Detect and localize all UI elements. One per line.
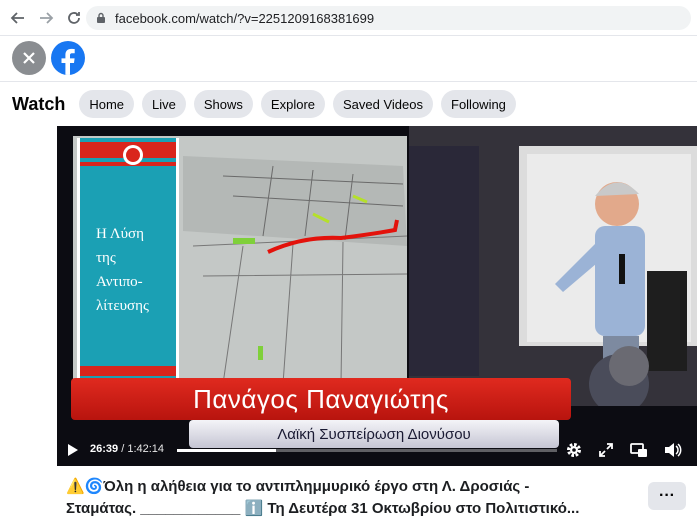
url-text: facebook.com/watch/?v=2251209168381699 bbox=[115, 10, 375, 26]
lock-icon bbox=[97, 12, 105, 23]
duration: 1:42:14 bbox=[127, 443, 165, 455]
slide-line: της bbox=[96, 250, 116, 266]
close-icon bbox=[23, 52, 35, 64]
slide-text: Η Λύση της Αντιπο- λίτευσης bbox=[96, 222, 180, 318]
volume-icon[interactable] bbox=[664, 442, 682, 458]
forward-button[interactable] bbox=[34, 6, 58, 30]
caption-line: Σταμάτας. ____________ ℹ️ Τη Δευτέρα 31 … bbox=[66, 500, 580, 517]
caption-line: ⚠️🌀Όλη η αλήθεια για το αντιπλημμυρικό έ… bbox=[66, 478, 530, 495]
page-title: Watch bbox=[12, 93, 66, 114]
facebook-logo[interactable] bbox=[51, 41, 85, 75]
post-caption: ⚠️🌀Όλη η αλήθεια για το αντιπλημμυρικό έ… bbox=[66, 476, 634, 520]
address-bar[interactable]: facebook.com/watch/?v=2251209168381699 bbox=[86, 6, 691, 30]
expand-icon[interactable] bbox=[598, 442, 614, 458]
tab-saved-videos[interactable]: Saved Videos bbox=[333, 90, 433, 118]
slide-line: λίτευσης bbox=[96, 298, 149, 314]
browser-toolbar: facebook.com/watch/?v=2251209168381699 bbox=[0, 0, 697, 36]
close-button[interactable] bbox=[12, 41, 46, 75]
video-player[interactable]: Η Λύση της Αντιπο- λίτευσης Πανάγος Πανα… bbox=[57, 126, 697, 466]
progress-bar[interactable] bbox=[177, 449, 557, 452]
tab-home[interactable]: Home bbox=[79, 90, 135, 118]
tab-shows[interactable]: Shows bbox=[193, 90, 253, 118]
picture-in-picture-icon[interactable] bbox=[630, 442, 648, 458]
back-button[interactable] bbox=[6, 6, 30, 30]
slide-emblem-icon bbox=[123, 145, 143, 165]
slide-line: Αντιπο- bbox=[96, 274, 143, 290]
tab-explore[interactable]: Explore bbox=[260, 90, 325, 118]
speaker-name-banner: Πανάγος Παναγιώτης bbox=[71, 378, 571, 420]
video-controls: 26:39 / 1:42:14 bbox=[57, 434, 697, 466]
video-speaker-scene bbox=[409, 126, 697, 414]
tab-following[interactable]: Following bbox=[441, 90, 516, 118]
play-icon[interactable] bbox=[67, 443, 79, 457]
slide-line: Η Λύση bbox=[96, 226, 144, 242]
more-options-button[interactable]: ··· bbox=[648, 482, 686, 510]
tab-live[interactable]: Live bbox=[142, 90, 186, 118]
video-time: 26:39 / 1:42:14 bbox=[90, 443, 165, 455]
slide-stripe bbox=[80, 366, 176, 376]
progress-fill bbox=[177, 449, 276, 452]
current-time: 26:39 bbox=[90, 443, 119, 455]
reload-button[interactable] bbox=[62, 6, 86, 30]
video-slide-card: Η Λύση της Αντιπο- λίτευσης bbox=[77, 138, 179, 382]
watch-navigation: Watch Home Live Shows Explore Saved Vide… bbox=[0, 82, 697, 126]
settings-icon[interactable] bbox=[566, 442, 582, 458]
facebook-header bbox=[0, 36, 697, 82]
